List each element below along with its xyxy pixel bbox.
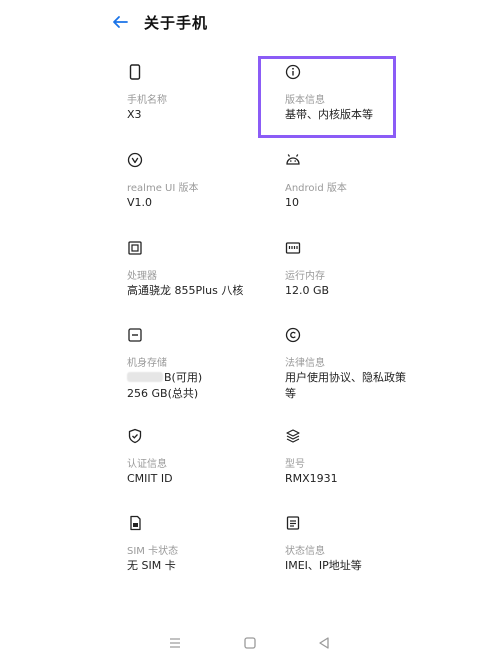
back-triangle-icon[interactable] [316, 635, 332, 651]
back-arrow-icon[interactable] [110, 12, 130, 32]
sim-card-icon [130, 515, 141, 531]
processor-chip-icon [128, 241, 142, 255]
setting-value: 无 SIM 卡 [127, 559, 176, 572]
setting-label: Android 版本 [285, 183, 347, 194]
blurred-value [127, 372, 163, 382]
setting-value: CMIIT ID [127, 472, 173, 485]
setting-value: IMEI、IP地址等 [285, 559, 362, 572]
android-icon [286, 154, 300, 165]
setting-value: 高通骁龙 855Plus 八核 [127, 284, 244, 297]
phone-icon [129, 64, 141, 80]
system-nav-bar [0, 627, 500, 657]
setting-value: 10 [285, 196, 299, 209]
setting-value: 12.0 GB [285, 284, 330, 297]
page-title: 关于手机 [144, 14, 209, 32]
setting-label: 运行内存 [285, 271, 325, 282]
home-icon[interactable] [242, 635, 258, 651]
storage-icon [128, 328, 142, 342]
setting-label: 机身存储 [127, 358, 167, 369]
menu-icon[interactable] [167, 635, 183, 651]
setting-label: 认证信息 [127, 459, 167, 470]
layers-icon [286, 429, 300, 443]
memory-icon [285, 242, 301, 254]
setting-label: SIM 卡状态 [127, 546, 179, 557]
setting-value-2: 等 [285, 387, 296, 400]
header: 关于手机 [0, 0, 500, 44]
setting-value: 用户使用协议、隐私政策 [285, 371, 406, 384]
setting-value: RMX1931 [285, 472, 338, 485]
setting-value: X3 [127, 108, 142, 121]
setting-value: B(可用) [127, 370, 202, 386]
highlight-box [258, 56, 396, 138]
document-icon [286, 516, 300, 530]
shield-check-icon [128, 428, 142, 444]
setting-label: 法律信息 [285, 358, 325, 369]
setting-label: 处理器 [127, 271, 157, 282]
storage-available: B(可用) [164, 371, 203, 384]
realme-v-icon [127, 152, 143, 168]
copyright-icon [285, 327, 301, 343]
setting-value-2: 256 GB(总共) [127, 387, 199, 400]
setting-label: 手机名称 [127, 95, 167, 106]
setting-label: 型号 [285, 459, 305, 470]
setting-value: V1.0 [127, 196, 153, 209]
setting-label: 状态信息 [285, 546, 325, 557]
setting-label: realme UI 版本 [127, 183, 199, 194]
